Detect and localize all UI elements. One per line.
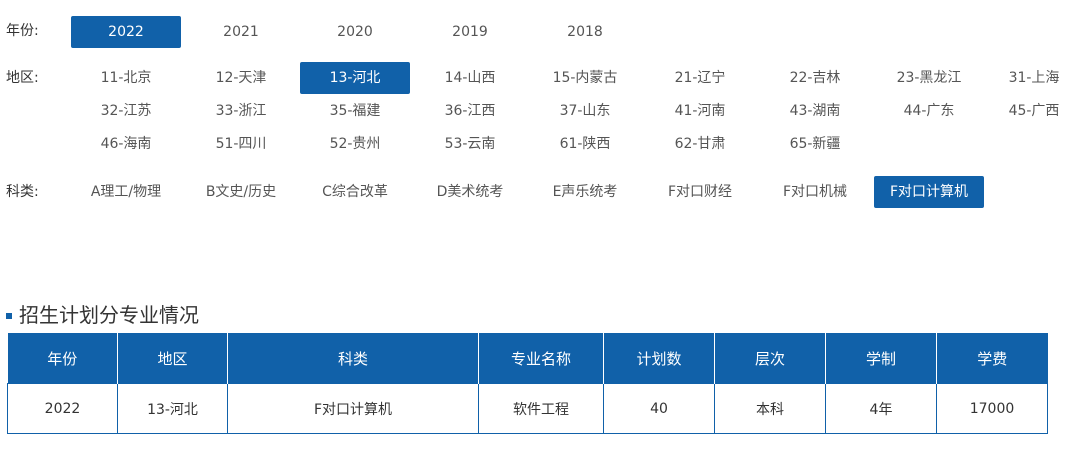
cell-region: 13-河北 bbox=[117, 383, 228, 434]
table-header-row: 年份 地区 科类 专业名称 计划数 层次 学制 学费 bbox=[7, 333, 1048, 384]
cell-major: 软件工程 bbox=[478, 383, 604, 434]
header-major: 专业名称 bbox=[478, 333, 604, 384]
year-option-2022[interactable]: 2022 bbox=[71, 16, 181, 48]
category-option-selected[interactable]: F对口计算机 bbox=[874, 176, 984, 208]
region-option[interactable]: 51-四川 bbox=[186, 128, 296, 160]
cell-level: 本科 bbox=[714, 383, 826, 434]
region-option[interactable]: 52-贵州 bbox=[300, 128, 410, 160]
region-option[interactable]: 15-内蒙古 bbox=[530, 62, 640, 94]
region-option[interactable]: 22-吉林 bbox=[760, 62, 870, 94]
region-option[interactable]: 23-黑龙江 bbox=[874, 62, 984, 94]
title-marker-icon bbox=[6, 312, 12, 319]
region-option[interactable]: 36-江西 bbox=[415, 95, 525, 127]
region-option[interactable]: 62-甘肃 bbox=[645, 128, 755, 160]
header-category: 科类 bbox=[227, 333, 479, 384]
year-option-2018[interactable]: 2018 bbox=[530, 16, 640, 48]
year-filter-label: 年份: bbox=[6, 23, 39, 39]
region-option[interactable]: 14-山西 bbox=[415, 62, 525, 94]
enrollment-plan-page: 年份: 2022 2021 2020 2019 2018 地区: 11-北京 1… bbox=[0, 0, 1079, 451]
cell-plan-count: 40 bbox=[603, 383, 715, 434]
region-option[interactable]: 33-浙江 bbox=[186, 95, 296, 127]
cell-year: 2022 bbox=[7, 383, 118, 434]
region-filter-label: 地区: bbox=[6, 70, 39, 86]
category-option[interactable]: D美术统考 bbox=[415, 176, 525, 208]
category-filter-label: 科类: bbox=[6, 184, 39, 200]
region-option[interactable]: 11-北京 bbox=[71, 62, 181, 94]
year-option-2020[interactable]: 2020 bbox=[300, 16, 410, 48]
header-year: 年份 bbox=[7, 333, 118, 384]
region-option[interactable]: 44-广东 bbox=[874, 95, 984, 127]
year-option-2019[interactable]: 2019 bbox=[415, 16, 525, 48]
region-option[interactable]: 45-广西 bbox=[989, 95, 1079, 127]
category-option[interactable]: F对口财经 bbox=[645, 176, 755, 208]
cell-category: F对口计算机 bbox=[227, 383, 479, 434]
region-option[interactable]: 46-海南 bbox=[71, 128, 181, 160]
section-title: 招生计划分专业情况 bbox=[6, 300, 199, 330]
region-option[interactable]: 31-上海 bbox=[989, 62, 1079, 94]
cell-duration: 4年 bbox=[825, 383, 937, 434]
region-option[interactable]: 43-湖南 bbox=[760, 95, 870, 127]
region-option[interactable]: 41-河南 bbox=[645, 95, 755, 127]
category-option[interactable]: F对口机械 bbox=[760, 176, 870, 208]
region-option[interactable]: 21-辽宁 bbox=[645, 62, 755, 94]
region-option[interactable]: 12-天津 bbox=[186, 62, 296, 94]
header-plan-count: 计划数 bbox=[603, 333, 715, 384]
enrollment-plan-table: 年份 地区 科类 专业名称 计划数 层次 学制 学费 2022 13-河北 F对… bbox=[7, 333, 1048, 434]
header-region: 地区 bbox=[117, 333, 228, 384]
header-level: 层次 bbox=[714, 333, 826, 384]
region-option[interactable]: 61-陕西 bbox=[530, 128, 640, 160]
category-option[interactable]: A理工/物理 bbox=[71, 176, 181, 208]
table-row: 2022 13-河北 F对口计算机 软件工程 40 本科 4年 17000 bbox=[7, 383, 1048, 434]
region-option[interactable]: 37-山东 bbox=[530, 95, 640, 127]
category-option[interactable]: B文史/历史 bbox=[186, 176, 296, 208]
cell-tuition: 17000 bbox=[936, 383, 1048, 434]
header-duration: 学制 bbox=[825, 333, 937, 384]
section-title-text: 招生计划分专业情况 bbox=[19, 303, 199, 327]
category-option[interactable]: C综合改革 bbox=[300, 176, 410, 208]
region-option-selected[interactable]: 13-河北 bbox=[300, 62, 410, 94]
header-tuition: 学费 bbox=[936, 333, 1048, 384]
region-option[interactable]: 65-新疆 bbox=[760, 128, 870, 160]
year-option-2021[interactable]: 2021 bbox=[186, 16, 296, 48]
region-option[interactable]: 35-福建 bbox=[300, 95, 410, 127]
region-option[interactable]: 53-云南 bbox=[415, 128, 525, 160]
category-option[interactable]: E声乐统考 bbox=[530, 176, 640, 208]
region-option[interactable]: 32-江苏 bbox=[71, 95, 181, 127]
